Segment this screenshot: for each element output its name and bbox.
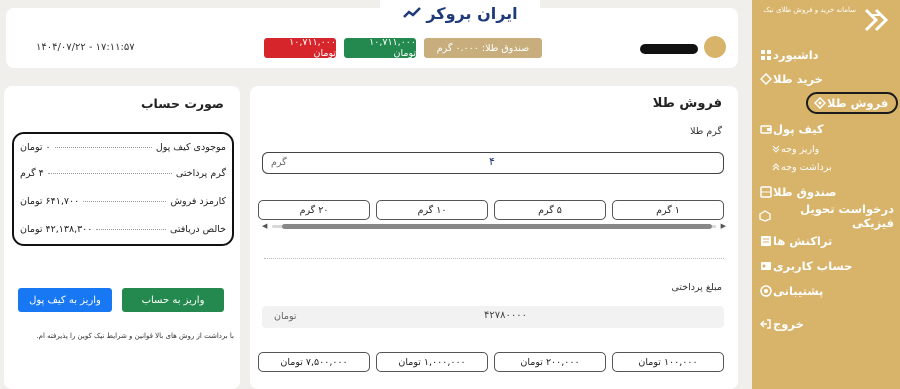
safe-icon bbox=[759, 185, 773, 199]
sidebar-item-support[interactable]: پشتیبانی bbox=[754, 280, 894, 302]
summary-row-net-received: خالص دریافتی ۴۲,۱۳۸,۳۰۰ تومان bbox=[20, 222, 226, 236]
gram-chips-scrollbar[interactable]: ◀ ▶ bbox=[262, 222, 726, 230]
summary-value: ۶۴۱,۷۰۰ تومان bbox=[20, 195, 80, 207]
logo-icon bbox=[864, 8, 889, 32]
amount-value: ۴۲۷۸۰۰۰۰ bbox=[484, 310, 527, 321]
divider bbox=[264, 258, 724, 259]
delivery-icon bbox=[759, 209, 771, 223]
scroll-left-icon[interactable]: ◀ bbox=[262, 222, 267, 230]
gram-input[interactable]: گرم ۴ bbox=[262, 152, 724, 174]
user-icon bbox=[759, 259, 773, 273]
sidebar-item-label: پشتیبانی bbox=[773, 284, 824, 298]
gram-chip[interactable]: ۲۰ گرم bbox=[258, 200, 370, 220]
sidebar-item-label: درخواست تحویل فیزیکی bbox=[800, 202, 894, 230]
dotted-leader bbox=[83, 200, 167, 202]
brand-name: ایران بروکر bbox=[426, 3, 518, 23]
sidebar-item-label: حساب کاربری bbox=[773, 259, 853, 273]
terms-text: با برداشت از روش های بالا قوانین و شرایط… bbox=[36, 332, 234, 340]
logout-icon bbox=[759, 317, 773, 331]
sidebar-item-user-account[interactable]: حساب کاربری bbox=[754, 255, 894, 277]
gold-fund-badge: صندوق طلا: ۰.۰۰۰ گرم bbox=[424, 38, 542, 58]
logo-text: سامانه خرید و فروش طلای نیک bbox=[763, 6, 856, 14]
amount-chip[interactable]: ۷,۵۰۰,۰۰۰ تومان bbox=[258, 352, 370, 372]
dotted-leader bbox=[54, 146, 152, 148]
dotted-leader bbox=[96, 228, 166, 230]
deposit-to-account-button[interactable]: واریز به حساب bbox=[122, 288, 224, 312]
sidebar-item-withdraw[interactable]: برداشت وجه bbox=[766, 160, 886, 174]
summary-row-wallet-balance: موجودی کیف پول ۰ تومان bbox=[20, 140, 226, 154]
sidebar-item-label: برداشت وجه bbox=[781, 161, 832, 173]
sell-gold-panel: فروش طلا گرم طلا گرم ۴ ۱ گرم ۵ گرم ۱۰ گر… bbox=[250, 86, 738, 389]
deposit-to-wallet-button[interactable]: واریز به کیف پول bbox=[18, 288, 112, 312]
amount-chip[interactable]: ۲۰۰,۰۰۰ تومان bbox=[494, 352, 606, 372]
sidebar-item-buy-gold[interactable]: خرید طلا bbox=[754, 68, 894, 90]
amount-chip[interactable]: ۱,۰۰۰,۰۰۰ تومان bbox=[376, 352, 488, 372]
amount-unit: تومان bbox=[274, 311, 297, 322]
chart-trend-icon bbox=[403, 7, 422, 18]
price-badge-red: ۱۰,۷۱۱,۰۰۰ تومان bbox=[264, 37, 336, 59]
summary-row-sell-fee: کارمزد فروش ۶۴۱,۷۰۰ تومان bbox=[20, 194, 226, 208]
gram-unit: گرم bbox=[271, 157, 287, 168]
summary-row-grams-paid: گرم پرداختی ۴ گرم bbox=[20, 166, 226, 180]
page-title: فروش طلا bbox=[652, 96, 722, 111]
amount-label: مبلغ پرداختی bbox=[671, 282, 722, 293]
datetime: ۱۴۰۴/۰۷/۲۲ - ۱۷:۱۱:۵۷ bbox=[36, 42, 135, 53]
amount-chips: ۱۰۰,۰۰۰ تومان ۲۰۰,۰۰۰ تومان ۱,۰۰۰,۰۰۰ تو… bbox=[250, 352, 738, 374]
gram-label: گرم طلا bbox=[690, 126, 722, 137]
sidebar-item-label: صندوق طلا bbox=[773, 185, 837, 199]
sidebar-item-logout[interactable]: خروج bbox=[754, 313, 894, 335]
summary-label: گرم پرداختی bbox=[175, 167, 226, 179]
gram-chips: ۱ گرم ۵ گرم ۱۰ گرم ۲۰ گرم bbox=[250, 200, 738, 222]
transactions-icon bbox=[759, 234, 773, 248]
sidebar-item-wallet[interactable]: کیف پول bbox=[754, 118, 894, 140]
scroll-right-icon[interactable]: ▶ bbox=[721, 222, 726, 230]
invoice-title: صورت حساب bbox=[140, 96, 224, 111]
gram-chip[interactable]: ۵ گرم bbox=[494, 200, 606, 220]
sidebar-item-label: کیف پول bbox=[773, 122, 824, 136]
amount-chip[interactable]: ۱۰۰,۰۰۰ تومان bbox=[612, 352, 724, 372]
avatar[interactable] bbox=[704, 36, 726, 58]
sidebar-item-label: خروج bbox=[773, 317, 804, 331]
gram-chip[interactable]: ۱ گرم bbox=[612, 200, 724, 220]
sidebar-item-dashboard[interactable]: داشبورد bbox=[754, 44, 894, 66]
invoice-panel: صورت حساب موجودی کیف پول ۰ تومان گرم پرد… bbox=[4, 86, 240, 389]
sidebar-item-label: خرید طلا bbox=[773, 72, 823, 86]
sidebar-item-label: داشبورد bbox=[773, 48, 819, 62]
deposit-icon bbox=[771, 144, 781, 154]
gram-value: ۴ bbox=[489, 155, 495, 168]
gold-sell-icon bbox=[813, 96, 827, 110]
sidebar-item-label: فروش طلا bbox=[827, 96, 889, 110]
invoice-summary: موجودی کیف پول ۰ تومان گرم پرداختی ۴ گرم… bbox=[12, 132, 234, 246]
sidebar-item-label: واریز وجه bbox=[781, 143, 820, 155]
gram-chip[interactable]: ۱۰ گرم bbox=[376, 200, 488, 220]
summary-label: موجودی کیف پول bbox=[155, 141, 226, 153]
sidebar-item-deposit[interactable]: واریز وجه bbox=[766, 142, 886, 156]
dotted-leader bbox=[47, 172, 172, 174]
gold-buy-icon bbox=[759, 72, 773, 86]
withdraw-icon bbox=[771, 162, 781, 172]
sidebar-item-physical-delivery[interactable]: درخواست تحویل فیزیکی bbox=[754, 202, 894, 230]
summary-label: خالص دریافتی bbox=[169, 223, 226, 235]
amount-field: تومان ۴۲۷۸۰۰۰۰ bbox=[262, 306, 724, 328]
sidebar-item-transactions[interactable]: تراکنش ها bbox=[754, 230, 894, 252]
summary-value: ۴ گرم bbox=[20, 167, 44, 179]
support-icon bbox=[759, 284, 773, 298]
top-bar: ۱۴۰۴/۰۷/۲۲ - ۱۷:۱۱:۵۷ ۱۰,۷۱۱,۰۰۰ تومان ۱… bbox=[6, 8, 738, 68]
wallet-icon bbox=[759, 122, 773, 136]
sidebar: سامانه خرید و فروش طلای نیک داشبورد خرید… bbox=[752, 0, 900, 389]
user-name-redacted bbox=[640, 44, 698, 54]
summary-value: ۴۲,۱۳۸,۳۰۰ تومان bbox=[20, 223, 93, 235]
summary-value: ۰ تومان bbox=[20, 141, 51, 153]
brand-logo: ایران بروکر bbox=[380, 0, 540, 26]
summary-label: کارمزد فروش bbox=[170, 195, 226, 207]
dashboard-icon bbox=[759, 48, 773, 62]
sidebar-item-sell-gold[interactable]: فروش طلا bbox=[806, 92, 898, 114]
price-badge-green: ۱۰,۷۱۱,۰۰۰ تومان bbox=[344, 37, 416, 59]
scroll-thumb[interactable] bbox=[282, 224, 712, 229]
sidebar-item-gold-fund[interactable]: صندوق طلا bbox=[754, 181, 894, 203]
sidebar-logo[interactable]: سامانه خرید و فروش طلای نیک bbox=[754, 4, 892, 36]
sidebar-item-label: تراکنش ها bbox=[773, 234, 833, 248]
